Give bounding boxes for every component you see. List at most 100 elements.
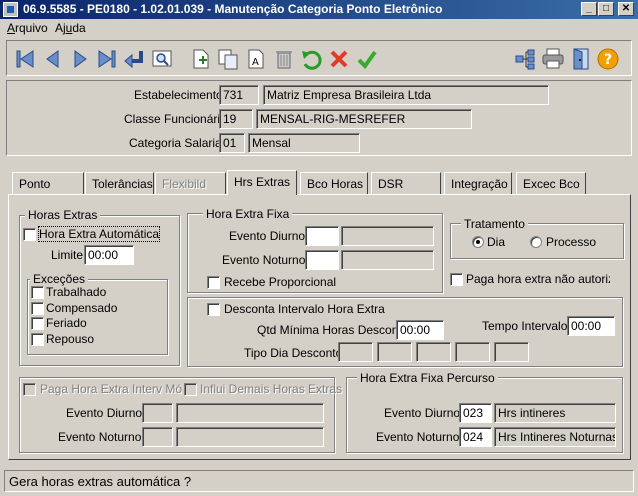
recebe-proporcional-checkbox[interactable] <box>207 276 220 289</box>
maximize-button[interactable]: □ <box>598 2 614 16</box>
print-icon[interactable] <box>541 47 565 71</box>
goto-record-icon[interactable] <box>122 47 146 71</box>
toolbar: A ? <box>6 40 632 76</box>
categoria-code-field[interactable]: 01 <box>219 133 245 153</box>
previous-record-icon[interactable] <box>41 47 65 71</box>
minimize-button[interactable]: _ <box>581 2 597 16</box>
paga-nao-autorizada-label: Paga hora extra não autorizada <box>466 272 610 286</box>
compensado-label: Compensado <box>46 301 118 315</box>
movel-evento-diurno-label: Evento Diurno: <box>66 406 146 420</box>
horas-extras-title: Horas Extras <box>25 208 101 222</box>
tipo-dia-field-1[interactable] <box>338 342 373 362</box>
estabelecimento-code-field[interactable]: 731 <box>219 85 259 105</box>
app-icon <box>3 2 18 17</box>
hora-extra-automatica-label: Hora Extra Automática <box>37 226 161 242</box>
percurso-evento-noturno-label: Evento Noturno: <box>376 430 463 444</box>
categoria-salarial-label: Categoria Salarial: <box>129 136 228 150</box>
movel-evento-noturno-code-field <box>142 427 173 447</box>
menu-bar: Arquivo Ajuda <box>0 19 638 38</box>
fixa-evento-noturno-desc-field <box>341 250 434 270</box>
estabelecimento-label: Estabelecimento: <box>134 88 227 102</box>
svg-text:?: ? <box>604 52 612 68</box>
hora-extra-fixa-title: Hora Extra Fixa <box>203 207 293 221</box>
cancel-icon[interactable] <box>327 47 351 71</box>
tempo-intervalo-field[interactable]: 00:00 <box>567 316 615 336</box>
excecoes-title: Exceções <box>30 272 89 286</box>
percurso-evento-diurno-label: Evento Diurno: <box>384 406 464 420</box>
qtd-minima-label: Qtd Mínima Horas Desconto: <box>257 323 412 337</box>
tab-excec-bco[interactable]: Excec Bco <box>516 172 586 194</box>
undo-icon[interactable] <box>299 47 323 71</box>
confirm-icon[interactable] <box>355 47 379 71</box>
percurso-evento-noturno-desc-field: Hrs Intineres Noturnas <box>494 427 616 447</box>
feriado-checkbox[interactable] <box>31 317 44 330</box>
desconta-intervalo-label: Desconta Intervalo Hora Extra <box>224 302 385 316</box>
svg-text:A: A <box>252 57 259 68</box>
movel-evento-noturno-desc-field <box>176 427 324 447</box>
status-bar: Gera horas extras automática ? <box>4 470 634 492</box>
menu-arquivo[interactable]: Arquivo <box>7 21 48 35</box>
menu-ajuda[interactable]: Ajuda <box>55 21 86 35</box>
title-bar[interactable]: 06.9.5585 - PE0180 - 1.02.01.039 - Manut… <box>0 0 638 19</box>
percurso-evento-diurno-desc-field: Hrs intineres <box>494 403 616 423</box>
hora-extra-automatica-checkbox[interactable] <box>23 228 36 241</box>
tipo-dia-field-5[interactable] <box>494 342 529 362</box>
tratamento-dia-radio[interactable] <box>472 236 484 248</box>
paga-interv-movel-label: Paga Hora Extra Interv Móvel <box>40 382 182 396</box>
classe-code-field[interactable]: 19 <box>219 109 253 129</box>
tab-hrs-extras[interactable]: Hrs Extras <box>227 170 297 195</box>
tab-ponto[interactable]: Ponto <box>12 172 84 194</box>
recebe-proporcional-label: Recebe Proporcional <box>224 275 337 289</box>
paga-nao-autorizada-checkbox[interactable] <box>450 273 463 286</box>
paga-interv-movel-checkbox <box>23 383 36 396</box>
last-record-icon[interactable] <box>95 47 119 71</box>
delete-record-icon[interactable] <box>272 47 296 71</box>
new-record-icon[interactable] <box>189 47 213 71</box>
classe-funcionario-label: Classe Funcionário: <box>124 112 231 126</box>
fixa-evento-noturno-code-field[interactable] <box>305 250 339 270</box>
tipo-dia-field-4[interactable] <box>455 342 490 362</box>
percurso-evento-diurno-code-field[interactable]: 023 <box>459 403 492 423</box>
feriado-label: Feriado <box>46 316 87 330</box>
movel-evento-diurno-code-field <box>142 403 173 423</box>
percurso-evento-noturno-code-field[interactable]: 024 <box>459 427 492 447</box>
close-button[interactable]: ✕ <box>618 2 634 16</box>
fixa-evento-diurno-desc-field <box>341 226 434 246</box>
tab-bco-horas[interactable]: Bco Horas <box>300 172 368 194</box>
tratamento-processo-radio[interactable] <box>530 236 542 248</box>
tipo-dia-field-3[interactable] <box>416 342 451 362</box>
categoria-name-field: Mensal <box>248 133 360 153</box>
tratamento-title: Tratamento <box>461 217 528 231</box>
influi-demais-checkbox <box>184 383 197 396</box>
classe-name-field: MENSAL-RIG-MESREFER <box>256 109 472 129</box>
fixa-evento-diurno-code-field[interactable] <box>305 226 339 246</box>
compensado-checkbox[interactable] <box>31 302 44 315</box>
limite-label: Limite: <box>51 248 87 262</box>
first-record-icon[interactable] <box>13 47 37 71</box>
influi-demais-label: Influi Demais Horas Extras <box>200 382 343 396</box>
tab-tolerancias[interactable]: Tolerâncias <box>85 172 154 194</box>
tree-icon[interactable] <box>513 47 537 71</box>
estabelecimento-name-field: Matriz Empresa Brasileira Ltda <box>263 85 549 105</box>
search-icon[interactable] <box>150 47 174 71</box>
qtd-minima-field[interactable]: 00:00 <box>396 320 444 340</box>
copy-record-icon[interactable] <box>216 47 240 71</box>
movel-evento-diurno-desc-field <box>176 403 324 423</box>
tratamento-dia-label: Dia <box>487 235 506 249</box>
trabalhado-checkbox[interactable] <box>31 286 44 299</box>
edit-record-icon[interactable]: A <box>244 47 268 71</box>
repouso-checkbox[interactable] <box>31 333 44 346</box>
tempo-intervalo-label: Tempo Intervalo: <box>482 319 571 333</box>
movel-evento-noturno-label: Evento Noturno: <box>58 430 145 444</box>
exit-icon[interactable] <box>569 47 593 71</box>
tab-integracao[interactable]: Integração <box>444 172 512 194</box>
percurso-title: Hora Extra Fixa Percurso <box>357 371 498 385</box>
repouso-label: Repouso <box>46 332 95 346</box>
tab-flexibild: Flexibild <box>155 172 226 194</box>
desconta-intervalo-checkbox[interactable] <box>207 303 220 316</box>
limite-field[interactable]: 00:00 <box>84 245 134 265</box>
tipo-dia-field-2[interactable] <box>377 342 412 362</box>
tab-dsr[interactable]: DSR <box>371 172 441 194</box>
next-record-icon[interactable] <box>68 47 92 71</box>
help-icon[interactable]: ? <box>596 47 620 71</box>
